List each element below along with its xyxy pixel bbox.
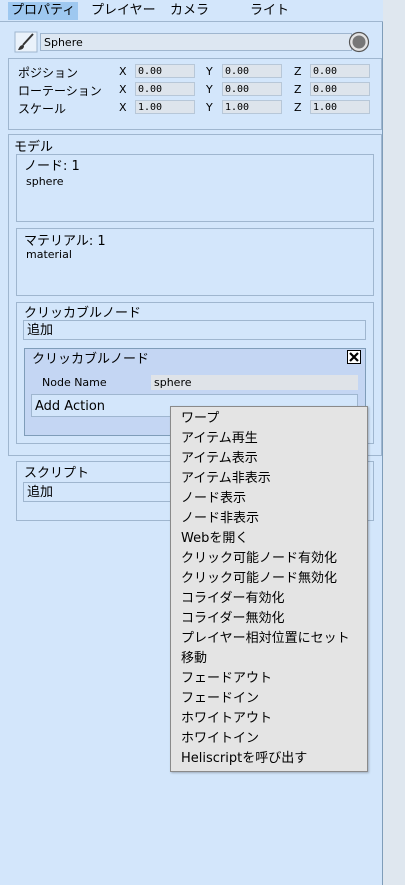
position-label: ポジション	[18, 66, 79, 80]
node-label: ノード: 1	[24, 159, 80, 174]
menu-item-disable-clickable[interactable]: クリック可能ノード無効化	[181, 569, 337, 589]
scale-z-input[interactable]: 1.00	[310, 100, 370, 114]
axis-z-label: Z	[294, 65, 302, 78]
scale-row: スケール X 1.00 Y 1.00 Z 1.00	[18, 100, 378, 116]
menu-item-call-heliscript[interactable]: Heliscriptを呼び出す	[181, 749, 307, 769]
action-menu: ワープ アイテム再生 アイテム表示 アイテム非表示 ノード表示 ノード非表示 W…	[170, 406, 368, 772]
rotation-x-input[interactable]: 0.00	[135, 82, 195, 96]
menu-item-open-web[interactable]: Webを開く	[181, 529, 248, 549]
script-title: スクリプト	[24, 466, 90, 481]
clickable-node-item-title: クリッカブルノード	[32, 352, 150, 367]
material-label: マテリアル: 1	[24, 234, 106, 249]
tab-camera[interactable]: カメラ	[167, 2, 212, 20]
menu-item-fade-out[interactable]: フェードアウト	[181, 669, 272, 689]
position-x-input[interactable]: 0.00	[135, 64, 195, 78]
rotation-label: ローテーション	[18, 84, 102, 98]
axis-y-label: Y	[206, 101, 213, 114]
position-row: ポジション X 0.00 Y 0.00 Z 0.00	[18, 64, 378, 80]
node-name-label: Node Name	[42, 376, 107, 389]
close-icon[interactable]	[347, 350, 361, 364]
axis-y-label: Y	[206, 65, 213, 78]
position-z-input[interactable]: 0.00	[310, 64, 370, 78]
menu-item-hide-node[interactable]: ノード非表示	[181, 509, 259, 529]
object-name-input[interactable]: Sphere	[40, 33, 352, 51]
menu-item-enable-clickable[interactable]: クリック可能ノード有効化	[181, 549, 337, 569]
menu-item-show-node[interactable]: ノード表示	[181, 489, 246, 509]
menu-item-set-relative-to-player[interactable]: プレイヤー相対位置にセット	[181, 629, 350, 649]
scale-x-input[interactable]: 1.00	[135, 100, 195, 114]
node-name-input[interactable]: sphere	[151, 375, 358, 390]
axis-x-label: X	[119, 65, 127, 78]
tab-light[interactable]: ライト	[247, 2, 292, 20]
position-y-input[interactable]: 0.00	[222, 64, 282, 78]
menu-item-disable-collider[interactable]: コライダー無効化	[181, 609, 284, 629]
axis-x-label: X	[119, 83, 127, 96]
menu-item-fade-in[interactable]: フェードイン	[181, 689, 259, 709]
axis-x-label: X	[119, 101, 127, 114]
rotation-z-input[interactable]: 0.00	[310, 82, 370, 96]
clickable-add-button[interactable]: 追加	[23, 320, 366, 340]
scale-label: スケール	[18, 102, 67, 116]
rotation-y-input[interactable]: 0.00	[222, 82, 282, 96]
axis-z-label: Z	[294, 101, 302, 114]
menu-item-white-in[interactable]: ホワイトイン	[181, 729, 259, 749]
node-value: sphere	[26, 175, 64, 188]
object-name-row: Sphere	[14, 31, 374, 53]
menu-item-warp[interactable]: ワープ	[181, 409, 219, 429]
clickable-node-title: クリッカブルノード	[24, 306, 142, 321]
menu-item-move[interactable]: 移動	[181, 649, 207, 669]
menu-item-hide-item[interactable]: アイテム非表示	[181, 469, 271, 489]
side-rail	[383, 0, 405, 885]
material-value: material	[26, 248, 72, 261]
record-circle-icon[interactable]	[348, 31, 370, 53]
tab-bar: プロパティ プレイヤー カメラ ライト	[0, 0, 383, 22]
brush-icon[interactable]	[14, 31, 38, 53]
menu-item-show-item[interactable]: アイテム表示	[181, 449, 258, 469]
scale-y-input[interactable]: 1.00	[222, 100, 282, 114]
tab-properties[interactable]: プロパティ	[8, 2, 79, 20]
menu-item-play-item[interactable]: アイテム再生	[181, 429, 258, 449]
rotation-row: ローテーション X 0.00 Y 0.00 Z 0.00	[18, 82, 378, 98]
axis-y-label: Y	[206, 83, 213, 96]
axis-z-label: Z	[294, 83, 302, 96]
menu-item-white-out[interactable]: ホワイトアウト	[181, 709, 272, 729]
model-title: モデル	[14, 140, 54, 155]
tab-player[interactable]: プレイヤー	[88, 2, 159, 20]
menu-item-enable-collider[interactable]: コライダー有効化	[181, 589, 284, 609]
